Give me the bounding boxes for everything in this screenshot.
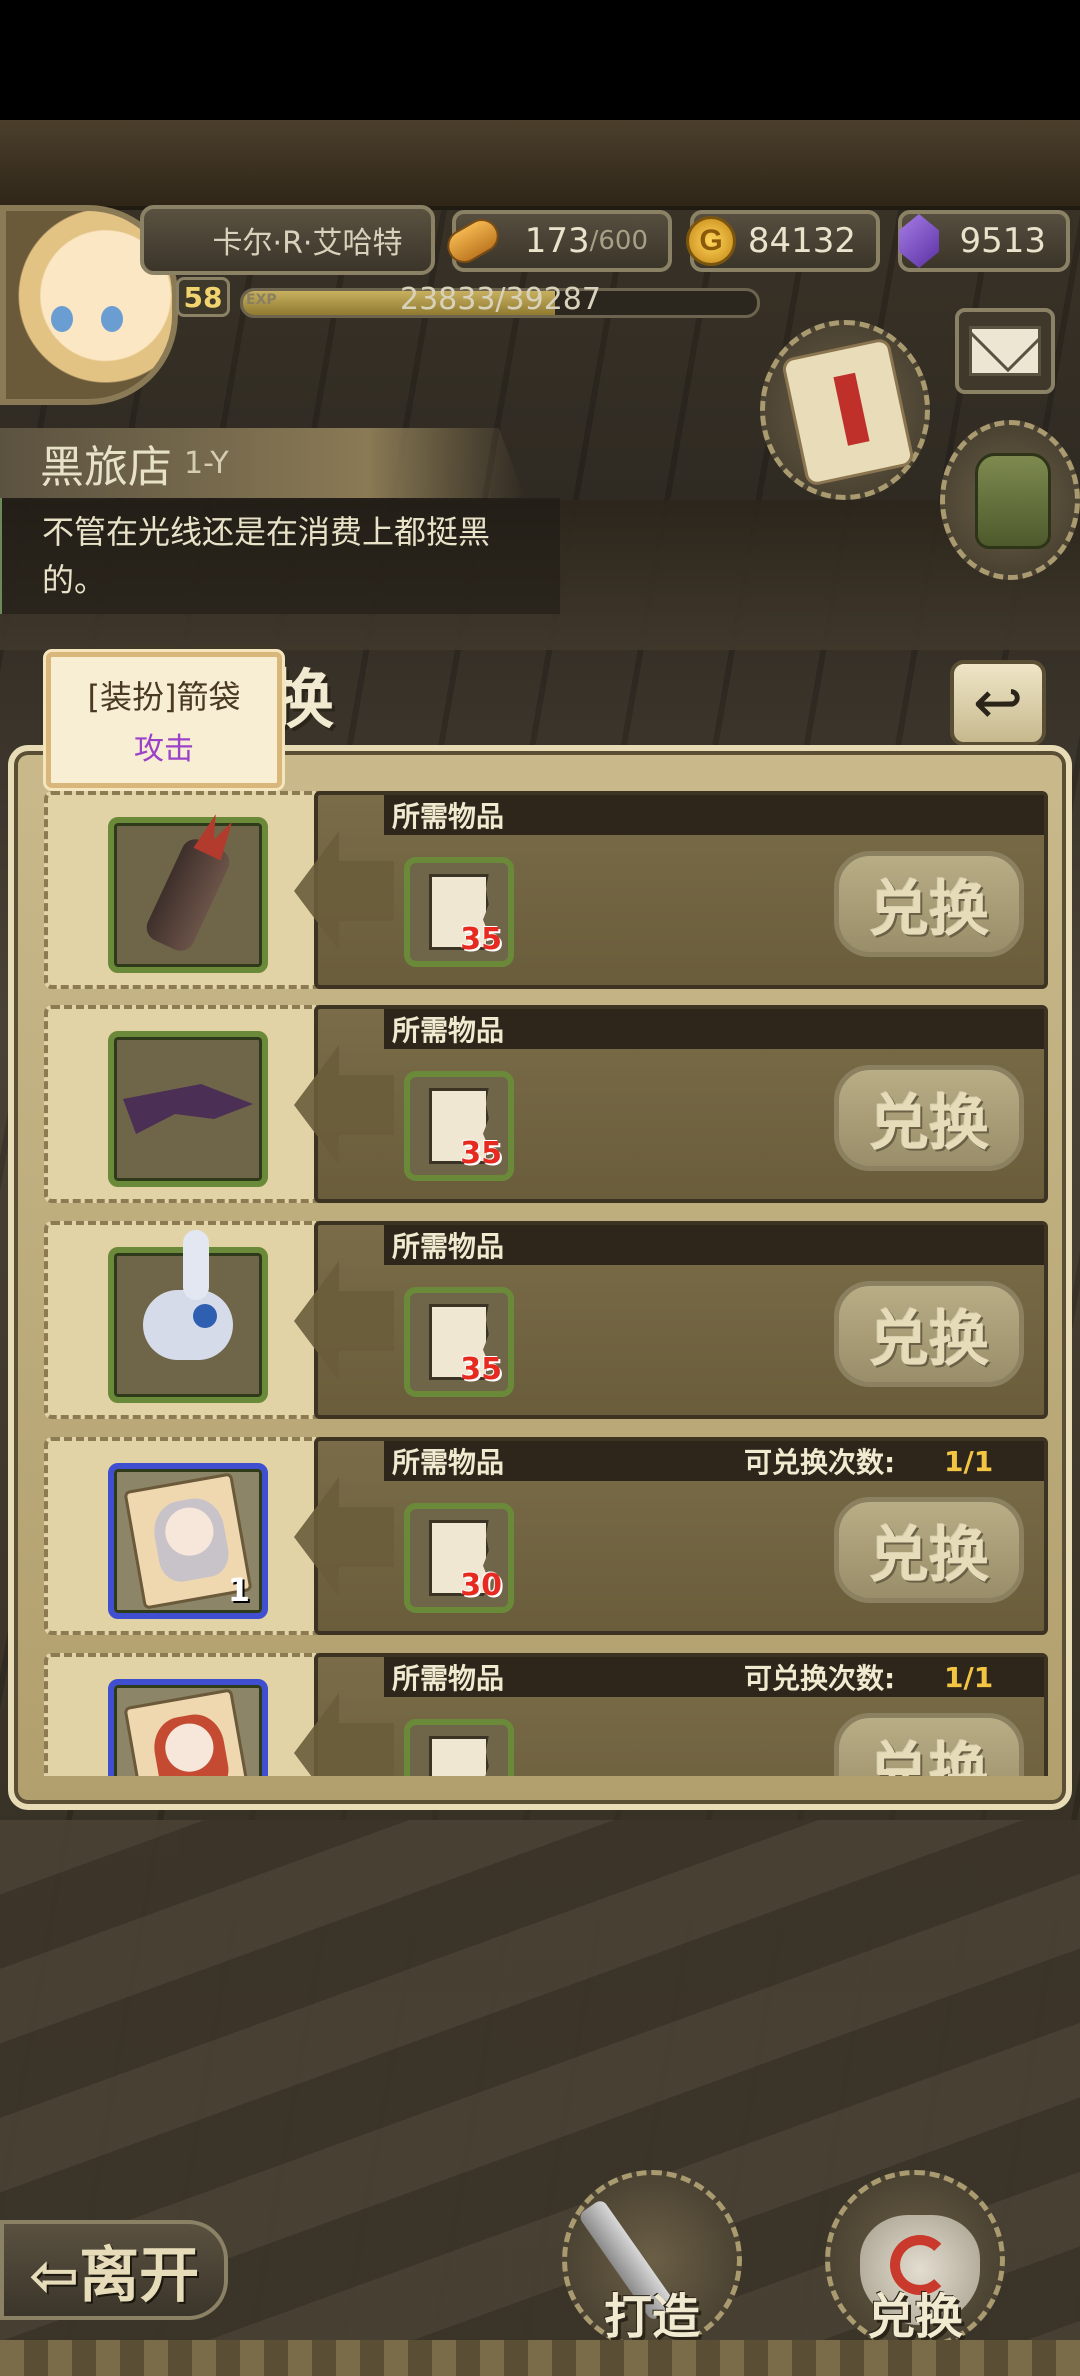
item-tooltip: [装扮]箭袋 攻击 (46, 652, 282, 788)
torn-paper-icon (429, 1736, 489, 1776)
reward-slot (44, 791, 334, 989)
stamina-max: /600 (589, 226, 648, 256)
gold-coin-icon: G (680, 208, 742, 274)
required-count: 35 (460, 1136, 502, 1171)
required-items-label: 所需物品 (392, 1230, 505, 1263)
requirement-header: 所需物品 (384, 1225, 1044, 1265)
reward-slot: 1 (44, 1437, 334, 1635)
exchange-row: 所需物品 35 兑换 (44, 791, 1048, 989)
gem-amount: 9513 (959, 221, 1046, 261)
required-items-label: 所需物品 (392, 1014, 505, 1047)
exchange-row: 所需物品 35 兑换 (44, 1221, 1048, 1419)
exp-tag: EXP (246, 292, 277, 308)
exchange-nav-label: 兑换 (866, 2289, 963, 2345)
requirement-header: 所需物品 可兑换次数: 1/1 (384, 1657, 1044, 1697)
reward-slot (44, 1221, 334, 1419)
ceiling-beam (0, 120, 1080, 210)
inventory-bag-button[interactable] (940, 420, 1080, 580)
tooltip-item-name: [装扮]箭袋 (87, 678, 241, 716)
bunny-doll-icon (143, 1230, 233, 1360)
exchange-limit-value: 1/1 (944, 1444, 994, 1478)
required-item[interactable] (404, 1719, 514, 1776)
status-bar-area (0, 0, 1080, 120)
stamina-current: 173 (524, 221, 590, 261)
required-count: 35 (460, 922, 502, 957)
avatar-eye (51, 306, 73, 332)
player-name: 卡尔·R·艾哈特 (140, 205, 435, 275)
reward-slot (44, 1653, 334, 1776)
exchange-button[interactable]: 兑换 (834, 1713, 1024, 1776)
location-name: 黑旅店 (40, 442, 172, 493)
reward-slot (44, 1005, 334, 1203)
envelope-icon (969, 326, 1041, 376)
required-item[interactable]: 35 (404, 857, 514, 967)
exchange-button[interactable]: 兑换 (834, 851, 1024, 957)
reward-item[interactable] (108, 1230, 268, 1403)
location-code: 1-Y (184, 445, 229, 481)
exchange-list[interactable]: 所需物品 35 兑换 所需物品 35 兑换 所需物品 35 兑换 1 所需物品 … (44, 791, 1048, 1776)
location-title: 黑旅店 1-Y (0, 428, 525, 498)
bread-icon (441, 208, 505, 274)
reward-item[interactable] (108, 1031, 268, 1187)
required-item[interactable]: 30 (404, 1503, 514, 1613)
player-level: 58 (176, 277, 230, 317)
exchange-limit-value: 1/1 (944, 1660, 994, 1694)
back-button[interactable]: ↩ (950, 660, 1046, 746)
required-items-label: 所需物品 (392, 800, 505, 833)
leave-button[interactable]: ⇦离开 (0, 2220, 228, 2320)
exchange-row: 所需物品 可兑换次数: 1/1 兑换 (44, 1653, 1048, 1776)
required-count: 35 (460, 1352, 502, 1387)
required-items-label: 所需物品 (392, 1662, 505, 1695)
required-count: 30 (460, 1568, 502, 1603)
character-card-icon (123, 1688, 253, 1776)
requirement-header: 所需物品 (384, 1009, 1044, 1049)
backpack-icon (975, 453, 1051, 549)
gem-icon (888, 208, 950, 274)
exchange-row: 1 所需物品 可兑换次数: 1/1 30 兑换 (44, 1437, 1048, 1635)
exp-text: 23833/39287 (400, 282, 601, 317)
exchange-panel: 所需物品 35 兑换 所需物品 35 兑换 所需物品 35 兑换 1 所需物品 … (8, 745, 1072, 1810)
reward-count: 1 (227, 1571, 250, 1609)
exchange-button[interactable]: 兑换 (834, 1065, 1024, 1171)
exchange-button[interactable]: 兑换 (834, 1281, 1024, 1387)
gold-display[interactable]: G 84132 (686, 210, 880, 272)
quiver-icon (142, 834, 234, 956)
exchange-limit-label: 可兑换次数: (744, 1662, 896, 1695)
required-items-label: 所需物品 (392, 1446, 505, 1479)
mail-button[interactable] (955, 308, 1055, 394)
stamina-display[interactable]: 173/600 (441, 210, 672, 272)
reward-item[interactable]: 1 (108, 1463, 268, 1619)
tooltip-attribute: 攻击 (134, 732, 194, 767)
scarf-icon (123, 1084, 253, 1134)
requirement-header: 所需物品 (384, 795, 1044, 835)
gem-display[interactable]: 9513 (898, 210, 1070, 272)
scroll-icon (780, 336, 916, 488)
exchange-row: 所需物品 35 兑换 (44, 1005, 1048, 1203)
gold-amount: 84132 (747, 221, 856, 261)
avatar-eye (101, 306, 123, 332)
craft-label: 打造 (603, 2289, 700, 2345)
reward-item[interactable] (108, 817, 268, 973)
quest-scroll-button[interactable] (760, 320, 930, 500)
required-item[interactable]: 35 (404, 1071, 514, 1181)
reward-item[interactable] (108, 1679, 268, 1776)
exchange-button[interactable]: 兑换 (834, 1497, 1024, 1603)
bottom-trim (0, 2340, 1080, 2376)
requirement-header: 所需物品 可兑换次数: 1/1 (384, 1441, 1044, 1481)
exchange-limit-label: 可兑换次数: (744, 1446, 896, 1479)
required-item[interactable]: 35 (404, 1287, 514, 1397)
location-description: 不管在光线还是在消费上都挺黑的。 (0, 498, 560, 614)
